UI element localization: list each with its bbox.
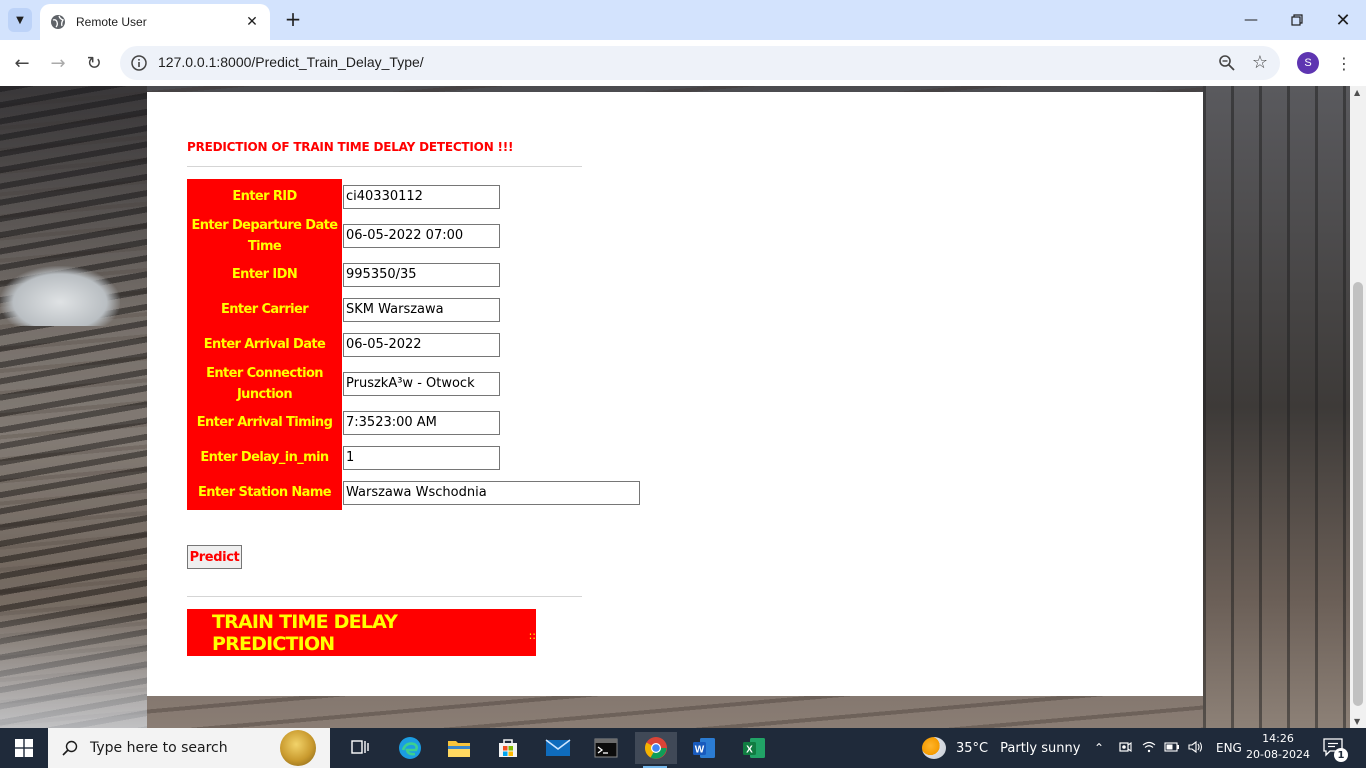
notification-count: 1 bbox=[1334, 748, 1348, 762]
windows-logo-icon bbox=[15, 739, 33, 757]
departure-datetime-label: Enter Departure Date Time bbox=[187, 214, 342, 257]
back-icon[interactable]: ← bbox=[9, 50, 35, 76]
browser-menu-icon[interactable]: ⋮ bbox=[1334, 52, 1354, 74]
restore-icon[interactable] bbox=[1274, 0, 1320, 40]
task-view-icon[interactable] bbox=[340, 732, 380, 764]
arrival-date-input[interactable] bbox=[343, 332, 500, 357]
window-close-icon[interactable]: ✕ bbox=[1320, 0, 1366, 40]
scroll-down-icon[interactable]: ▼ bbox=[1354, 717, 1360, 726]
svg-text:X: X bbox=[746, 745, 753, 756]
arrival-timing-label: Enter Arrival Timing bbox=[187, 405, 342, 440]
arrival-date-label: Enter Arrival Date bbox=[187, 327, 342, 362]
edge-icon[interactable] bbox=[390, 732, 430, 764]
form-row-idn: Enter IDN bbox=[187, 257, 647, 292]
site-info-icon[interactable] bbox=[130, 54, 148, 72]
station-name-input[interactable] bbox=[343, 480, 640, 505]
chrome-icon[interactable] bbox=[635, 732, 677, 768]
tab-search-dropdown-icon[interactable]: ▼ bbox=[8, 8, 32, 32]
carrier-input[interactable] bbox=[343, 297, 500, 322]
form-row-rid: Enter RID bbox=[187, 179, 647, 214]
form-row-carrier: Enter Carrier bbox=[187, 292, 647, 327]
result-box: TRAIN TIME DELAY PREDICTION :: bbox=[187, 609, 536, 656]
tab-close-icon[interactable]: ✕ bbox=[242, 12, 262, 32]
zoom-icon[interactable] bbox=[1218, 54, 1236, 72]
delay-input[interactable] bbox=[343, 445, 500, 470]
search-icon bbox=[62, 740, 78, 756]
background-car bbox=[0, 266, 120, 326]
weather-widget[interactable]: 35°C Partly sunny bbox=[922, 728, 1080, 768]
partly-sunny-icon bbox=[922, 737, 946, 759]
tab-title: Remote User bbox=[76, 15, 147, 29]
search-placeholder: Type here to search bbox=[90, 740, 228, 756]
divider bbox=[187, 166, 582, 167]
forward-icon[interactable]: → bbox=[45, 50, 71, 76]
notification-center[interactable]: 1 bbox=[1322, 736, 1348, 762]
background-image-right bbox=[1203, 86, 1350, 728]
rid-label: Enter RID bbox=[187, 179, 342, 214]
form-row-arrival-date: Enter Arrival Date bbox=[187, 327, 647, 362]
profile-avatar[interactable]: S bbox=[1297, 52, 1319, 74]
weather-text: Partly sunny bbox=[1000, 740, 1081, 756]
chevron-up-icon[interactable]: ⌃ bbox=[1090, 741, 1108, 755]
windows-taskbar: Type here to search W X 35°C Partly sunn… bbox=[0, 728, 1366, 768]
form-row-delay: Enter Delay_in_min bbox=[187, 440, 647, 475]
divider bbox=[187, 596, 582, 597]
address-bar[interactable]: 127.0.0.1:8000/Predict_Train_Delay_Type/… bbox=[120, 46, 1280, 80]
taskbar-search[interactable]: Type here to search bbox=[48, 728, 330, 768]
station-name-label: Enter Station Name bbox=[187, 475, 342, 510]
connection-junction-input[interactable] bbox=[343, 371, 500, 396]
excel-icon[interactable]: X bbox=[734, 732, 774, 764]
background-snow bbox=[0, 608, 147, 728]
reload-icon[interactable]: ↻ bbox=[81, 50, 107, 76]
content-panel: PREDICTION OF TRAIN TIME DELAY DETECTION… bbox=[147, 92, 1203, 696]
tab-strip: ▼ Remote User ✕ + — ✕ bbox=[0, 0, 1366, 40]
clock-date: 20-08-2024 bbox=[1246, 748, 1310, 761]
scroll-up-icon[interactable]: ▲ bbox=[1354, 88, 1360, 97]
page-heading: PREDICTION OF TRAIN TIME DELAY DETECTION… bbox=[187, 140, 514, 154]
battery-icon[interactable] bbox=[1160, 741, 1184, 755]
language-indicator[interactable]: ENG bbox=[1216, 741, 1242, 755]
meet-now-icon[interactable] bbox=[1112, 740, 1138, 757]
page-scrollbar[interactable]: ▲ ▼ bbox=[1350, 86, 1366, 728]
form-row-departure: Enter Departure Date Time bbox=[187, 214, 647, 257]
form-row-junction: Enter Connection Junction bbox=[187, 362, 647, 405]
start-button[interactable] bbox=[0, 728, 48, 768]
rid-input[interactable] bbox=[343, 184, 500, 209]
weather-temp: 35°C bbox=[956, 740, 989, 756]
network-icon[interactable] bbox=[1138, 741, 1160, 756]
idn-input[interactable] bbox=[343, 262, 500, 287]
form-row-station: Enter Station Name bbox=[187, 475, 647, 510]
predict-button[interactable]: Predict bbox=[187, 545, 242, 569]
arrival-timing-input[interactable] bbox=[343, 410, 500, 435]
mail-icon[interactable] bbox=[538, 732, 578, 764]
word-icon[interactable]: W bbox=[684, 732, 724, 764]
connection-junction-label: Enter Connection Junction bbox=[187, 362, 342, 405]
svg-text:W: W bbox=[695, 745, 705, 756]
search-highlight-icon[interactable] bbox=[280, 730, 316, 766]
new-tab-icon[interactable]: + bbox=[282, 7, 304, 31]
result-suffix: :: bbox=[528, 629, 536, 642]
file-explorer-icon[interactable] bbox=[439, 732, 479, 764]
clock-time: 14:26 bbox=[1262, 732, 1294, 745]
form-row-arrival-timing: Enter Arrival Timing bbox=[187, 405, 647, 440]
departure-datetime-input[interactable] bbox=[343, 223, 500, 248]
volume-icon[interactable] bbox=[1184, 740, 1208, 756]
carrier-label: Enter Carrier bbox=[187, 292, 342, 327]
url-text: 127.0.0.1:8000/Predict_Train_Delay_Type/ bbox=[158, 54, 424, 70]
page-viewport: PREDICTION OF TRAIN TIME DELAY DETECTION… bbox=[0, 86, 1350, 728]
scrollbar-thumb[interactable] bbox=[1353, 282, 1363, 706]
delay-label: Enter Delay_in_min bbox=[187, 440, 342, 475]
clock[interactable]: 14:26 20-08-2024 bbox=[1240, 731, 1316, 763]
globe-icon bbox=[51, 15, 65, 29]
store-icon[interactable] bbox=[488, 732, 528, 764]
minimize-icon[interactable]: — bbox=[1228, 0, 1274, 40]
idn-label: Enter IDN bbox=[187, 257, 342, 292]
terminal-icon[interactable] bbox=[586, 732, 626, 764]
browser-toolbar: ← → ↻ 127.0.0.1:8000/Predict_Train_Delay… bbox=[0, 40, 1366, 86]
browser-tab[interactable]: Remote User ✕ bbox=[40, 4, 270, 40]
result-title: TRAIN TIME DELAY PREDICTION bbox=[212, 610, 398, 655]
bookmark-star-icon[interactable]: ☆ bbox=[1252, 52, 1268, 73]
system-tray: ⌃ ENG bbox=[1090, 728, 1242, 768]
